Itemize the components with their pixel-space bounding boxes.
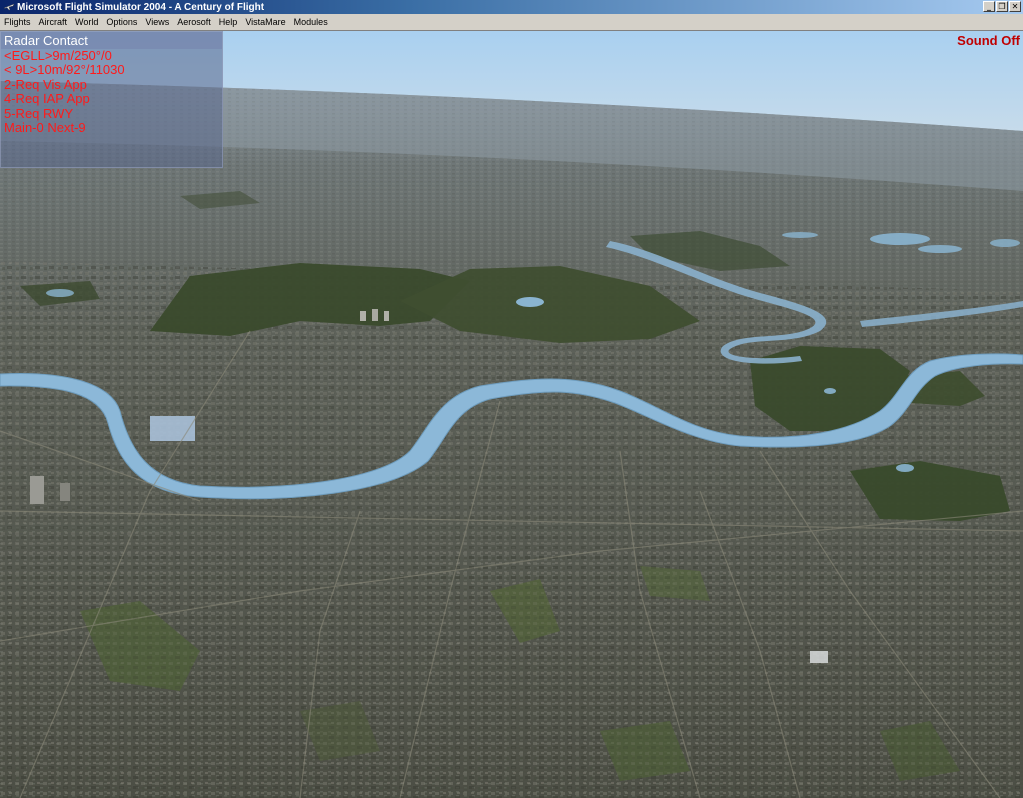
menu-views[interactable]: Views (141, 17, 173, 27)
radar-option-vis-app[interactable]: 2-Req Vis App (1, 77, 222, 92)
sound-status: Sound Off (957, 33, 1020, 48)
menu-modules[interactable]: Modules (290, 17, 332, 27)
restore-icon[interactable]: ❐ (996, 1, 1008, 12)
plane-icon[interactable] (3, 2, 15, 12)
menu-aircraft[interactable]: Aircraft (35, 17, 72, 27)
menu-bar: Flights Aircraft World Options Views Aer… (0, 14, 1023, 31)
menu-options[interactable]: Options (102, 17, 141, 27)
title-bar[interactable]: Microsoft Flight Simulator 2004 - A Cent… (0, 0, 1023, 14)
radar-contact-title[interactable]: Radar Contact (1, 32, 222, 49)
menu-flights[interactable]: Flights (0, 17, 35, 27)
radar-line-runway: < 9L>10m/92°/11030 (4, 62, 125, 78)
radar-option-req-rwy[interactable]: 5-Req RWY (1, 106, 222, 121)
menu-vistamare[interactable]: VistaMare (241, 17, 289, 27)
radar-option-iap-app[interactable]: 4-Req IAP App (1, 91, 222, 106)
radar-contact-panel[interactable]: Radar Contact <EGLL>9m/250°/0 < 9L>10m/9… (0, 31, 223, 168)
menu-help[interactable]: Help (215, 17, 242, 27)
radar-line-airport: <EGLL>9m/250°/0 (4, 48, 112, 63)
radar-option-main-next[interactable]: Main-0 Next-9 (1, 120, 222, 135)
close-icon[interactable]: ✕ (1009, 1, 1021, 12)
window-title: Microsoft Flight Simulator 2004 - A Cent… (17, 1, 265, 13)
menu-world[interactable]: World (71, 17, 102, 27)
flight-sim-window: Microsoft Flight Simulator 2004 - A Cent… (0, 0, 1023, 798)
menu-aerosoft[interactable]: Aerosoft (173, 17, 215, 27)
minimize-icon[interactable]: _ (983, 1, 995, 12)
